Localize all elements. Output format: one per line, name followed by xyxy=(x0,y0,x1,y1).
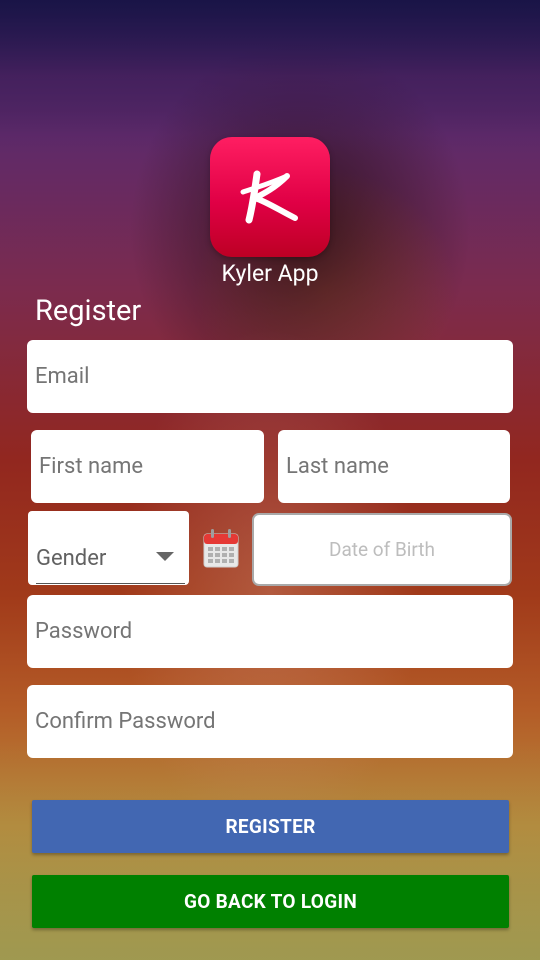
password-placeholder: Password xyxy=(35,619,133,644)
first-name-placeholder: First name xyxy=(39,454,144,479)
password-field[interactable]: Password xyxy=(27,595,513,668)
register-button[interactable]: REGISTER xyxy=(32,800,509,853)
gender-underline xyxy=(36,583,185,584)
dob-placeholder: Date of Birth xyxy=(328,538,435,561)
gender-selected-value: Gender xyxy=(36,546,107,571)
app-name: Kyler App xyxy=(221,260,319,287)
email-field[interactable]: Email xyxy=(27,340,513,413)
last-name-field[interactable]: Last name xyxy=(278,430,510,503)
date-of-birth-field[interactable]: Date of Birth xyxy=(252,513,512,586)
confirm-password-placeholder: Confirm Password xyxy=(35,709,216,734)
app-logo xyxy=(210,137,330,257)
chevron-down-icon[interactable] xyxy=(156,552,174,561)
k-logo-icon xyxy=(240,170,298,224)
email-placeholder: Email xyxy=(35,364,90,389)
confirm-password-field[interactable]: Confirm Password xyxy=(27,685,513,758)
page-title: Register xyxy=(35,294,142,328)
last-name-placeholder: Last name xyxy=(286,454,389,479)
back-to-login-button[interactable]: GO BACK TO LOGIN xyxy=(32,875,509,928)
first-name-field[interactable]: First name xyxy=(31,430,264,503)
gender-select[interactable]: Gender xyxy=(28,511,189,585)
calendar-icon[interactable] xyxy=(203,528,239,568)
